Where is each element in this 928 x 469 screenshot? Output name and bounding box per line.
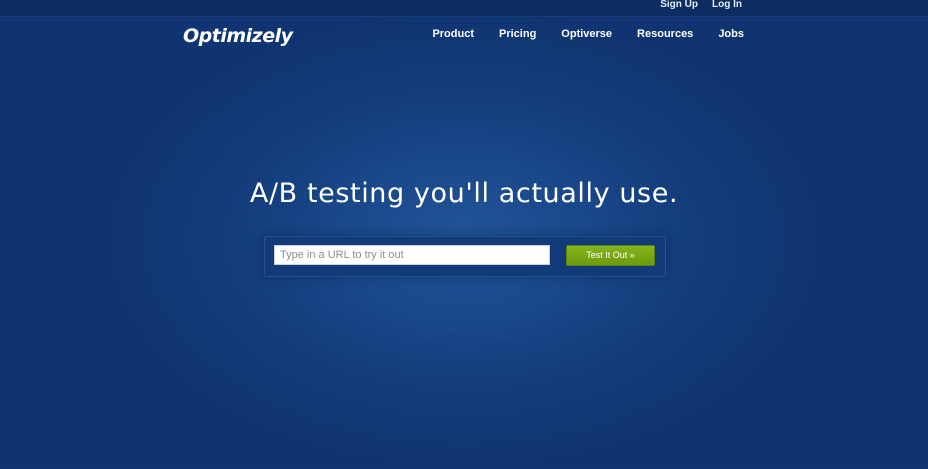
- nav-item-resources[interactable]: Resources: [637, 27, 693, 41]
- url-try-form: Test It Out »: [264, 236, 666, 277]
- url-input[interactable]: [274, 245, 550, 265]
- main-nav: Product Pricing Optiverse Resources Jobs: [432, 27, 744, 41]
- nav-item-optiverse[interactable]: Optiverse: [561, 27, 612, 41]
- test-it-out-button[interactable]: Test It Out »: [566, 245, 655, 266]
- optimizely-logo[interactable]: Optimizely: [183, 24, 293, 48]
- nav-item-pricing[interactable]: Pricing: [499, 27, 536, 41]
- top-utility-bar: Sign Up Log In: [0, 0, 928, 17]
- nav-item-jobs[interactable]: Jobs: [718, 27, 744, 41]
- sign-up-link[interactable]: Sign Up: [660, 0, 698, 10]
- log-in-link[interactable]: Log In: [712, 0, 742, 10]
- account-links: Sign Up Log In: [660, 0, 742, 10]
- hero-headline: A/B testing you'll actually use.: [249, 178, 679, 209]
- nav-item-product[interactable]: Product: [432, 27, 474, 41]
- page-background: Sign Up Log In Optimizely Product Pricin…: [0, 0, 928, 469]
